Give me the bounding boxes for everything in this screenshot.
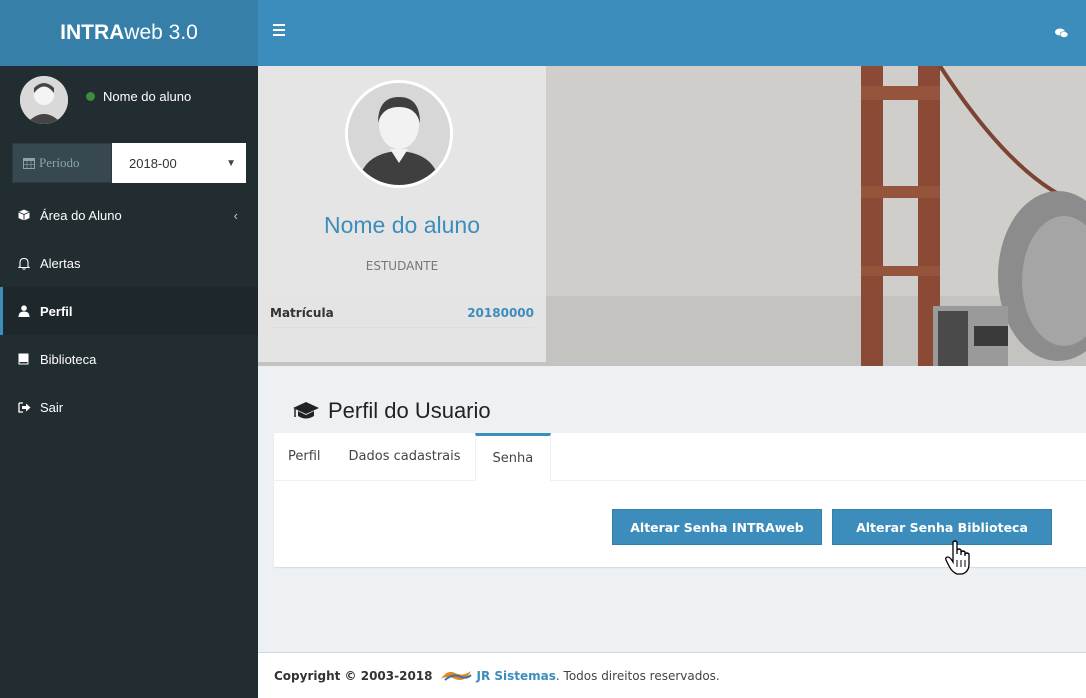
sidebar-item-biblioteca[interactable]: Biblioteca: [0, 335, 258, 383]
sidebar-user-name: Nome do aluno: [103, 89, 192, 104]
bell-icon: [18, 257, 40, 270]
calendar-icon: [23, 158, 35, 169]
sign-out-icon: [18, 401, 40, 413]
tab-senha[interactable]: Senha: [474, 433, 552, 481]
sidebar-item-area-do-aluno[interactable]: Área do Aluno ‹: [0, 191, 258, 239]
caret-down-icon: ▼: [226, 157, 236, 169]
matricula-row: Matrícula 20180000: [270, 298, 534, 328]
cube-icon: [18, 209, 40, 221]
period-label-text: Período: [39, 155, 80, 170]
profile-role: ESTUDANTE: [365, 259, 439, 273]
footer-suffix: . Todos direitos reservados.: [555, 668, 720, 683]
user-panel: Nome do aluno: [0, 66, 258, 138]
online-status-icon: [86, 92, 95, 101]
sidebar-menu: Área do Aluno ‹ Alertas Perfil Bibliotec…: [0, 191, 258, 431]
change-intraweb-password-button[interactable]: Alterar Senha INTRAweb: [612, 509, 822, 545]
logo-bold: INTRA: [60, 21, 125, 44]
hand-pointer-cursor-icon: [945, 540, 970, 575]
sidebar-item-label: Alertas: [40, 255, 81, 271]
sidebar-item-label: Perfil: [40, 303, 73, 319]
period-select[interactable]: 2018-00 ▼: [112, 143, 246, 183]
tab-dados-cadastrais[interactable]: Dados cadastrais: [335, 433, 475, 480]
page-title-text: Perfil do Usuario: [328, 398, 491, 423]
app-logo[interactable]: INTRA web 3.0: [0, 0, 258, 66]
footer-brand-link[interactable]: JR Sistemas: [477, 669, 556, 683]
profile-name: Nome do aluno: [324, 212, 480, 238]
profile-avatar: [345, 80, 453, 188]
change-library-password-button[interactable]: Alterar Senha Biblioteca: [832, 509, 1052, 545]
password-actions: Alterar Senha INTRAweb Alterar Senha Bib…: [612, 509, 1052, 545]
period-label: Período: [12, 143, 112, 183]
user-avatar: [20, 76, 68, 124]
sidebar-item-alertas[interactable]: Alertas: [0, 239, 258, 287]
jr-sistemas-logo-icon: [440, 670, 472, 681]
period-value: 2018-00: [129, 155, 177, 171]
top-navbar: [258, 0, 1086, 66]
sidebar-item-sair[interactable]: Sair: [0, 383, 258, 431]
sidebar-item-perfil[interactable]: Perfil: [0, 287, 258, 335]
page-title: Perfil do Usuario: [292, 398, 491, 424]
graduation-cap-icon: [293, 402, 319, 419]
logo-rest: web 3.0: [124, 21, 198, 44]
matricula-value[interactable]: 20180000: [467, 306, 534, 320]
chat-icon[interactable]: [1055, 28, 1068, 38]
period-selector: Período 2018-00 ▼: [12, 143, 246, 183]
chevron-left-icon: ‹: [233, 207, 238, 223]
book-icon: [18, 353, 40, 365]
sidebar-item-label: Biblioteca: [40, 351, 97, 367]
profile-card: Nome do aluno ESTUDANTE Matrícula 201800…: [258, 66, 546, 362]
tab-perfil[interactable]: Perfil: [274, 433, 335, 480]
matricula-label: Matrícula: [270, 305, 334, 320]
user-status: Nome do aluno: [86, 89, 191, 104]
footer-copyright: Copyright © 2003-2018: [274, 668, 433, 683]
footer: Copyright © 2003-2018 JR Sistemas . Todo…: [258, 652, 1086, 698]
sidebar: INTRA web 3.0 Nome do aluno Período 2018…: [0, 0, 258, 698]
sidebar-item-label: Sair: [40, 399, 64, 415]
tab-bar: Perfil Dados cadastrais Senha: [274, 433, 1086, 481]
user-icon: [18, 305, 40, 317]
sidebar-item-label: Área do Aluno: [40, 207, 122, 223]
menu-toggle-icon[interactable]: [273, 24, 285, 36]
